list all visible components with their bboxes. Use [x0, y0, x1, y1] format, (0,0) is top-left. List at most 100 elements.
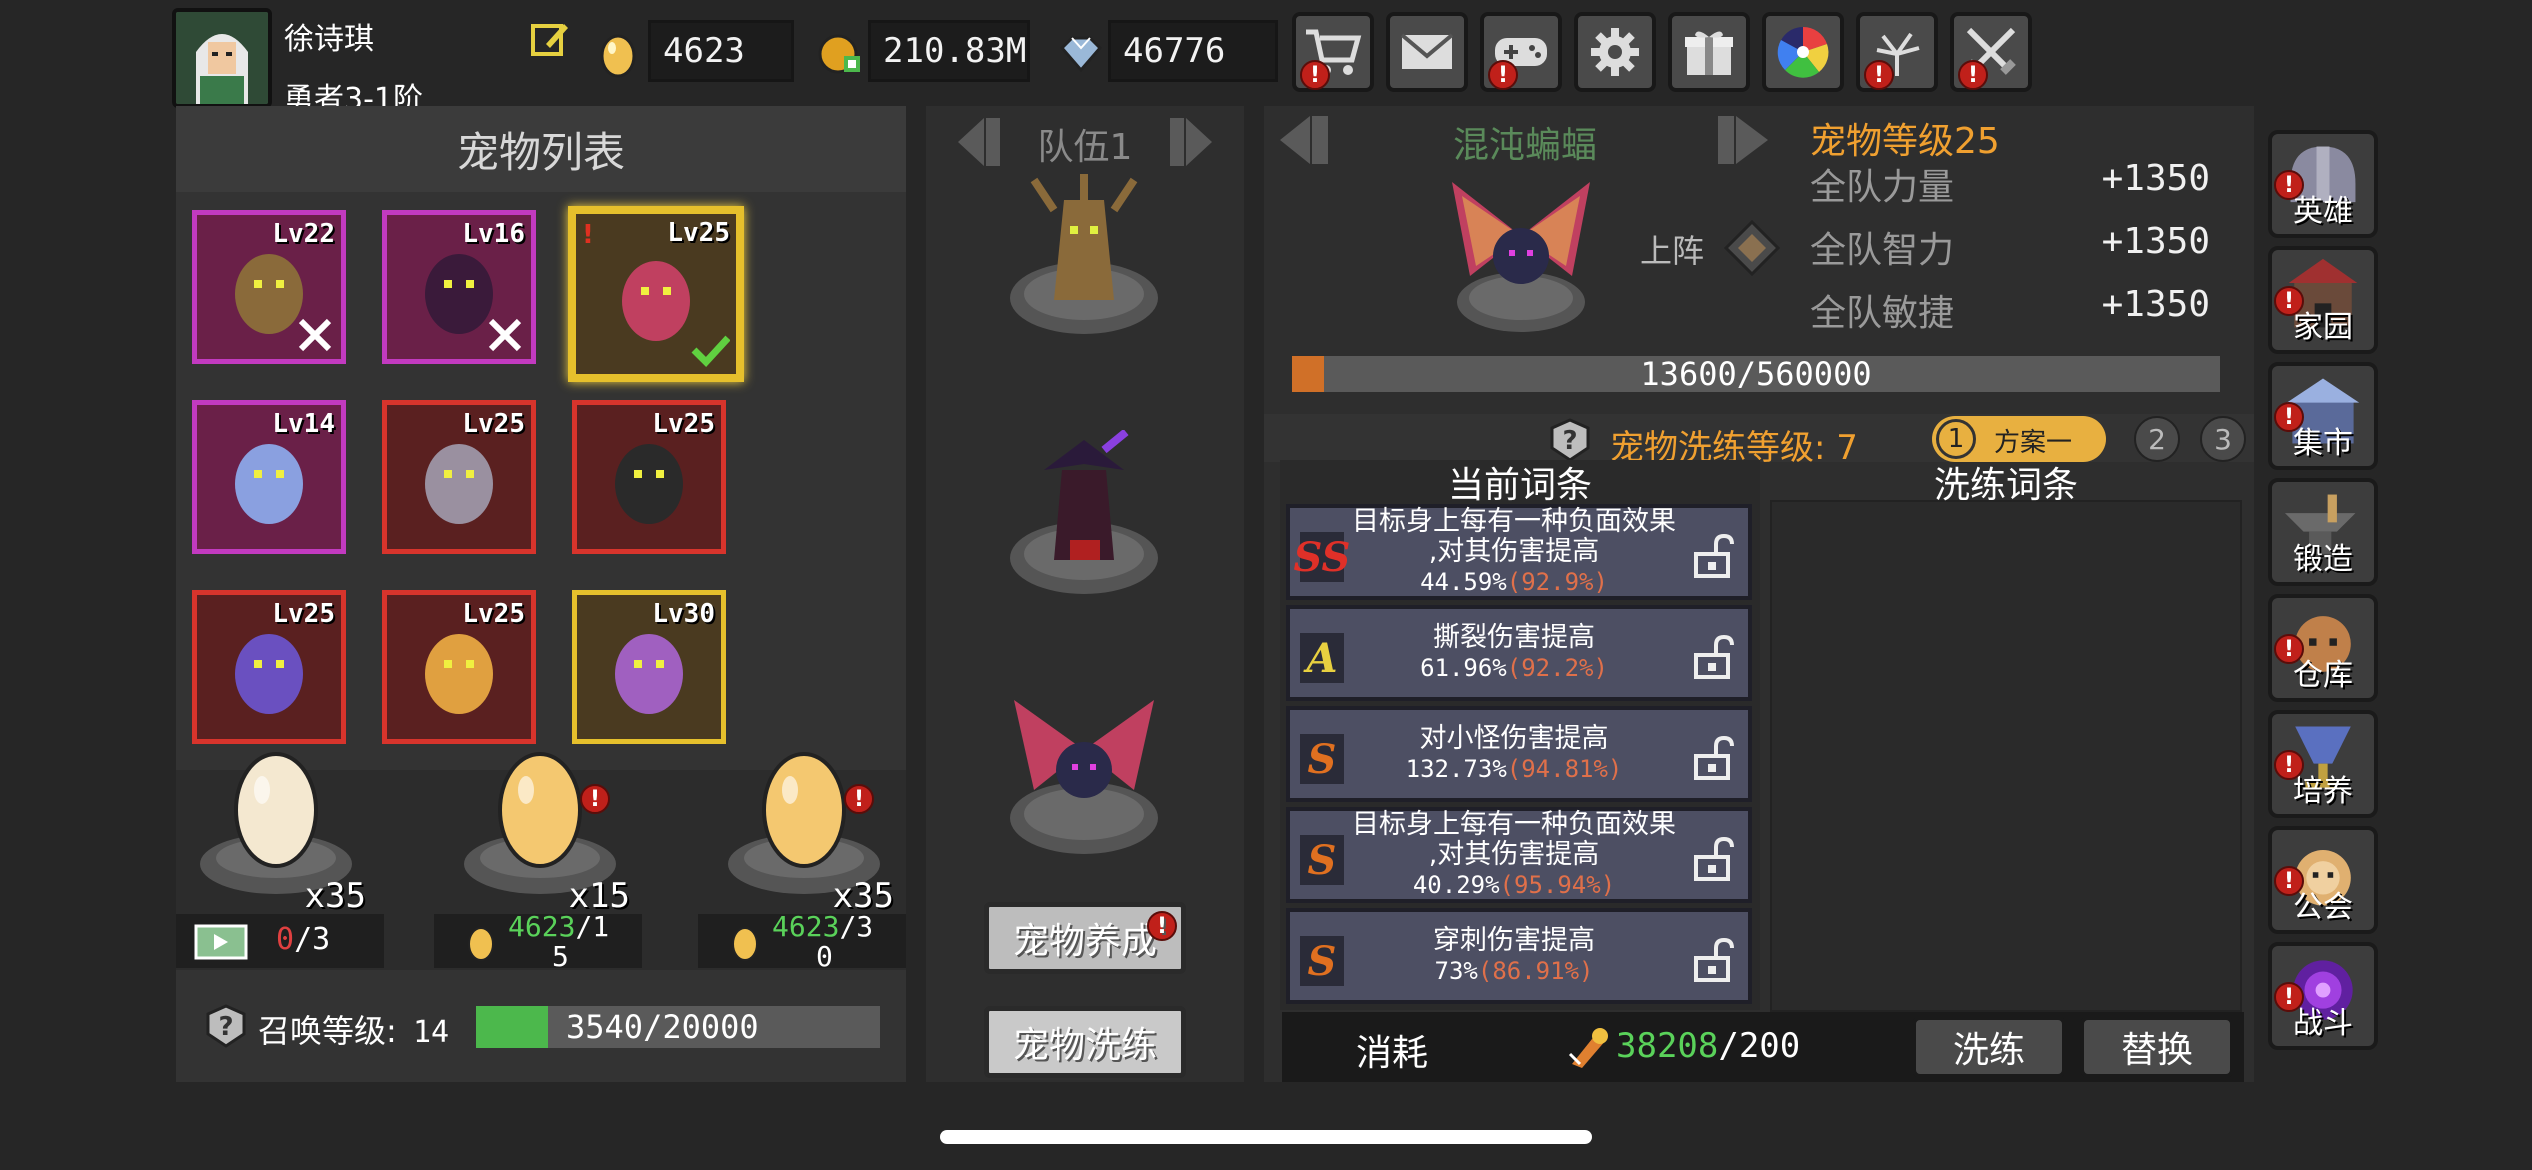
fireworks-button[interactable]: ! — [1856, 12, 1938, 92]
side-menu-4[interactable]: 锻造 — [2268, 478, 2378, 586]
summon-level-value: 14 — [412, 1015, 450, 1050]
deploy-label: 上阵 — [1640, 232, 1705, 270]
affix-row[interactable]: SS 目标身上每有一种负面效果 ,对其伤害提高 44.59%(92.9%) — [1286, 504, 1752, 600]
pet-card[interactable]: Lv25! — [568, 206, 744, 382]
team-slot-2[interactable] — [1004, 428, 1164, 600]
pet-card[interactable]: Lv25 — [382, 400, 536, 554]
egg-cost[interactable]: 4623/3 0 — [698, 912, 906, 972]
side-menu-label: 锻造 — [2293, 542, 2353, 577]
home-indicator[interactable] — [940, 1130, 1592, 1144]
notification-badge: ! — [2274, 402, 2304, 432]
side-menu-1[interactable]: 英雄! — [2268, 130, 2378, 238]
team-slot-1[interactable] — [1004, 170, 1164, 340]
egg-cost[interactable]: 0/3 — [176, 914, 384, 968]
cost-need: /1 — [575, 910, 610, 943]
affix-line-1: 对小怪伤害提高 — [1419, 723, 1609, 754]
affix-text: 穿刺伤害提高 73%(86.91%) — [1350, 912, 1678, 1000]
affix-value-line: 132.73%(94.81%) — [1406, 754, 1623, 784]
refine-stone-icon — [1566, 1024, 1612, 1070]
egg-currency-icon — [730, 922, 760, 962]
pet-level-label: Lv30 — [652, 599, 715, 629]
notification-badge: ! — [2274, 982, 2304, 1012]
side-menu-5[interactable]: 仓库! — [2268, 594, 2378, 702]
team-next-arrow[interactable] — [1148, 114, 1218, 170]
stat-value: +1350 — [2101, 221, 2210, 262]
unlock-icon[interactable] — [1690, 634, 1734, 679]
pet-card[interactable]: Lv25 — [572, 400, 726, 554]
stat-value: +1350 — [2101, 158, 2210, 199]
player-name: 徐诗琪 — [284, 22, 374, 57]
pet-card[interactable]: Lv14 — [192, 400, 346, 554]
summon-egg-2[interactable]: x15! — [460, 746, 630, 916]
unlock-icon[interactable] — [1690, 836, 1734, 881]
egg-cost[interactable]: 4623/1 5 — [434, 912, 642, 972]
affix-text: 撕裂伤害提高 61.96%(92.2%) — [1350, 609, 1678, 697]
stat-value: +1350 — [2101, 284, 2210, 325]
lottery-button[interactable] — [1762, 12, 1844, 92]
player-avatar[interactable] — [172, 8, 272, 108]
pet-refine-tab-button[interactable]: 宠物洗练 — [984, 1006, 1186, 1078]
summon-egg-3[interactable]: x35! — [724, 746, 894, 916]
gift-icon — [1685, 31, 1733, 75]
checkmark-icon — [690, 330, 731, 370]
team-title: 队伍1 — [1037, 127, 1133, 168]
deploy-toggle[interactable] — [1722, 218, 1782, 278]
help-icon[interactable]: ? — [204, 1004, 248, 1048]
pet-card[interactable]: Lv16 — [382, 210, 536, 364]
summon-level-label: 召唤等级: 14 — [258, 1006, 449, 1052]
unlock-icon[interactable] — [1690, 937, 1734, 982]
pet-next-arrow[interactable] — [1694, 112, 1774, 168]
pet-list-header: 宠物列表 — [176, 106, 906, 192]
side-menu-3[interactable]: 集市! — [2268, 362, 2378, 470]
pet-card[interactable]: Lv30 — [572, 590, 726, 744]
side-menu-7[interactable]: 公会! — [2268, 826, 2378, 934]
pet-card[interactable]: Lv25 — [192, 590, 346, 744]
team-prev-arrow[interactable] — [952, 114, 1022, 170]
notification-badge: ! — [1300, 60, 1330, 90]
unlock-icon[interactable] — [1690, 533, 1734, 578]
affix-max: (94.81%) — [1506, 755, 1623, 783]
affix-row[interactable]: S 目标身上每有一种负面效果 ,对其伤害提高 40.29%(95.94%) — [1286, 807, 1752, 903]
unlock-icon[interactable] — [1690, 735, 1734, 780]
affix-line-1: 撕裂伤害提高 — [1433, 622, 1595, 653]
affix-row[interactable]: S 穿刺伤害提高 73%(86.91%) — [1286, 908, 1752, 1004]
pet-level-label: Lv25 — [462, 409, 525, 439]
gold-coin-icon — [818, 30, 862, 76]
battle-swords-button[interactable]: ! — [1950, 12, 2032, 92]
side-menu-8[interactable]: 战斗! — [2268, 942, 2378, 1050]
pet-prev-arrow[interactable] — [1274, 112, 1354, 168]
replace-button[interactable]: 替换 — [2080, 1016, 2234, 1078]
summon-progress-text: 3540/20000 — [566, 1008, 759, 1046]
settings-button[interactable] — [1574, 12, 1656, 92]
free-total: /3 — [294, 922, 331, 957]
stat-name: 全队智力 — [1810, 230, 1955, 271]
pet-card[interactable]: Lv22 — [192, 210, 346, 364]
gift-button[interactable] — [1668, 12, 1750, 92]
affix-row[interactable]: S 对小怪伤害提高 132.73%(94.81%) — [1286, 706, 1752, 802]
cost-amount: 38208/200 — [1616, 1026, 1800, 1066]
summon-egg-1[interactable]: x35 — [196, 746, 366, 916]
affix-max: (86.91%) — [1477, 957, 1594, 985]
mail-button[interactable] — [1386, 12, 1468, 92]
pet-level-label: Lv25 — [652, 409, 715, 439]
pet-level: 宠物等级25 — [1810, 121, 2000, 162]
affix-grade: S — [1300, 835, 1344, 885]
gamepad-button[interactable]: ! — [1480, 12, 1562, 92]
affix-line-2: ,对其伤害提高 — [1428, 536, 1600, 567]
mail-icon — [1400, 33, 1454, 69]
pet-train-button[interactable]: 宠物养成 ! — [984, 902, 1186, 974]
affix-row[interactable]: A 撕裂伤害提高 61.96%(92.2%) — [1286, 605, 1752, 701]
gear-icon — [1591, 28, 1639, 76]
edit-name-icon[interactable] — [530, 18, 570, 58]
team-slot-3[interactable] — [1004, 690, 1164, 860]
new-affix-header: 洗练词条 — [1933, 465, 2078, 506]
notification-badge: ! — [2274, 866, 2304, 896]
pet-refine-tab-label: 宠物洗练 — [1012, 1025, 1157, 1066]
pet-card[interactable]: Lv25 — [382, 590, 536, 744]
refine-button[interactable]: 洗练 — [1912, 1016, 2066, 1078]
side-menu-6[interactable]: 培养! — [2268, 710, 2378, 818]
side-menu-2[interactable]: 家园! — [2268, 246, 2378, 354]
shop-button[interactable]: ! — [1292, 12, 1374, 92]
video-ad-icon — [194, 922, 248, 960]
stat-row: 全队敏捷 +1350 — [1810, 284, 2210, 336]
